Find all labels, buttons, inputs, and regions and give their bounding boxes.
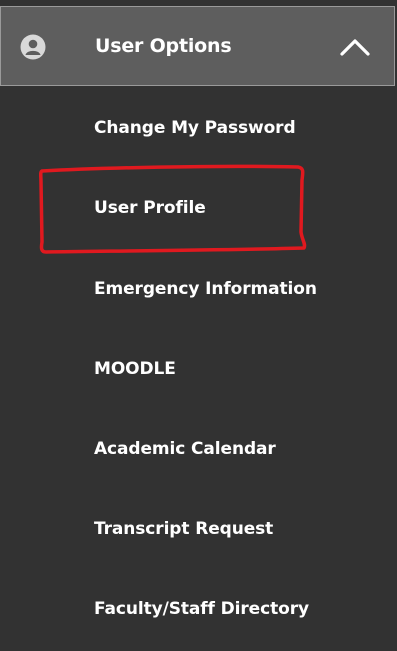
menu-item-change-password[interactable]: Change My Password	[94, 118, 296, 138]
menu-item-academic-calendar[interactable]: Academic Calendar	[94, 439, 276, 459]
menu-item-user-profile[interactable]: User Profile	[94, 198, 206, 218]
menu-item-emergency-information[interactable]: Emergency Information	[94, 279, 317, 299]
chevron-up-icon[interactable]	[339, 37, 371, 57]
menu-item-moodle[interactable]: MOODLE	[94, 359, 176, 379]
menu-item-faculty-staff-directory[interactable]: Faculty/Staff Directory	[94, 599, 309, 619]
user-options-panel: User Options Change My Password User Pro…	[0, 0, 397, 651]
user-options-header[interactable]: User Options	[0, 6, 395, 86]
user-avatar-icon	[20, 34, 46, 60]
menu-item-transcript-request[interactable]: Transcript Request	[94, 519, 273, 539]
header-title: User Options	[95, 35, 232, 57]
